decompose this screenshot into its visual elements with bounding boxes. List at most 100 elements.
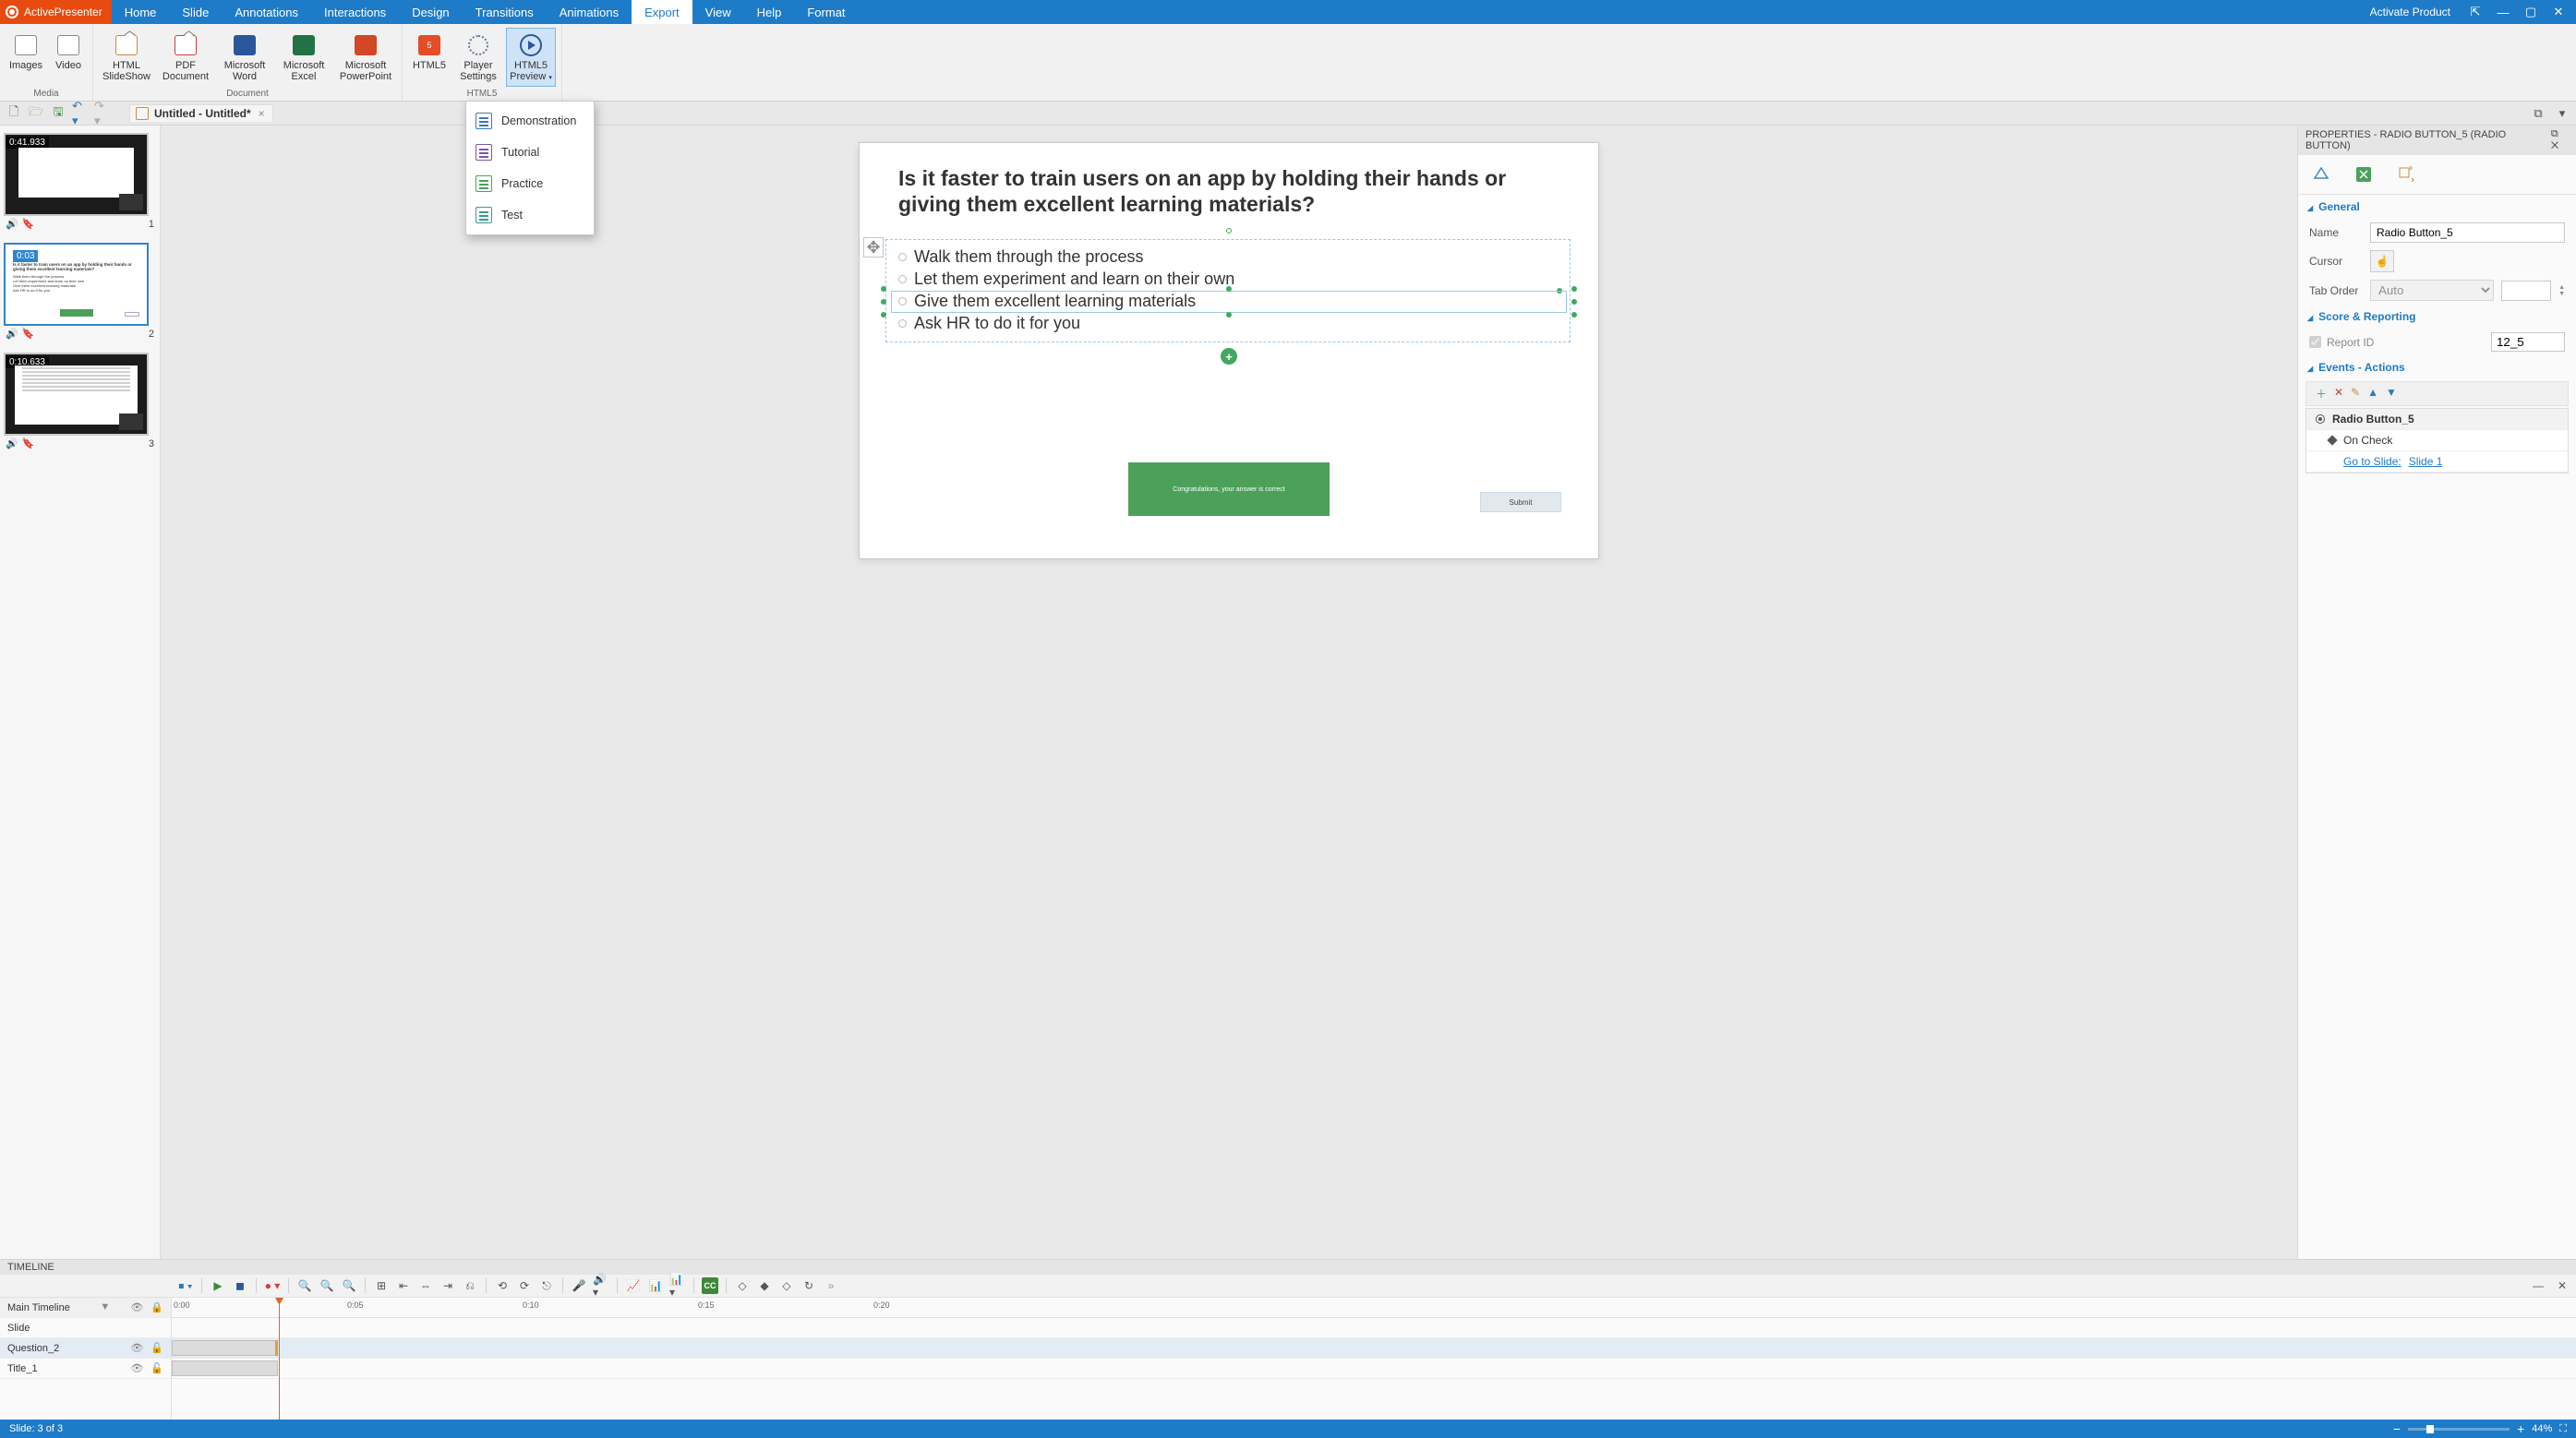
keyframe-next-icon[interactable]: ◇	[778, 1277, 795, 1294]
clip-title[interactable]	[172, 1360, 278, 1376]
slide-canvas[interactable]: Is it faster to train users on an app by…	[859, 142, 1599, 559]
play-icon[interactable]: ▶	[210, 1277, 226, 1294]
preview-demonstration[interactable]: Demonstration	[466, 105, 594, 137]
zoom-out-icon[interactable]: 🔍	[319, 1277, 335, 1294]
expand-icon[interactable]: »	[823, 1277, 839, 1294]
fit-screen-icon[interactable]: ⛶	[2559, 1423, 2567, 1435]
size-tab-icon[interactable]	[2353, 164, 2374, 185]
lock-icon[interactable]: 🔓	[150, 1362, 163, 1374]
taborder-select[interactable]: Auto	[2370, 280, 2494, 301]
timeline-main-row[interactable]: Main Timeline ▼ 👁🔒	[0, 1298, 171, 1318]
mute-icon[interactable]: 🔊 ▾	[593, 1277, 609, 1294]
zoom-in-button[interactable]: +	[2517, 1421, 2524, 1436]
rotate-handle[interactable]	[1226, 228, 1232, 234]
add-option-button[interactable]: +	[1221, 348, 1237, 365]
split-icon[interactable]: ⎌	[462, 1277, 478, 1294]
export-images-button[interactable]: Images	[6, 28, 46, 87]
delete-event-icon[interactable]: ✕	[2334, 386, 2343, 401]
report-id-field[interactable]	[2491, 332, 2565, 352]
new-icon[interactable]: 🗋	[6, 105, 22, 122]
pin-icon[interactable]: ⇱	[2462, 5, 2489, 19]
tab-export[interactable]: Export	[632, 0, 692, 24]
layer-question[interactable]: Question_2👁🔓	[0, 1338, 171, 1359]
snap-icon[interactable]: ⊞	[373, 1277, 390, 1294]
restore-panel-icon[interactable]: ⧉	[2530, 105, 2546, 122]
export-html5-button[interactable]: 5 HTML5	[408, 28, 451, 87]
crop-end-icon[interactable]: ⟳	[516, 1277, 533, 1294]
track-title[interactable]	[172, 1359, 2576, 1379]
tab-help[interactable]: Help	[744, 0, 795, 24]
loop-icon[interactable]: ↻	[800, 1277, 817, 1294]
preview-tutorial[interactable]: Tutorial	[466, 137, 594, 168]
align-right-icon[interactable]: ⇥	[439, 1277, 456, 1294]
event-object-row[interactable]: Radio Button_5	[2306, 409, 2568, 430]
open-icon[interactable]: 🗁	[28, 105, 44, 122]
minimize-timeline-icon[interactable]: —	[2530, 1277, 2546, 1294]
track-question[interactable]	[172, 1338, 2576, 1359]
marker-icon[interactable]: ● ▾	[264, 1277, 281, 1294]
option-3-selected[interactable]: Give them excellent learning materials	[891, 291, 1567, 313]
zoom-slider[interactable]	[2408, 1428, 2510, 1431]
export-video-button[interactable]: Video	[50, 28, 87, 87]
keyframe-icon[interactable]: ◆	[756, 1277, 773, 1294]
redo-icon[interactable]: ↷ ▾	[94, 105, 111, 122]
playhead[interactable]	[279, 1298, 280, 1420]
option-2[interactable]: Let them experiment and learn on their o…	[898, 269, 1559, 291]
event-action-link[interactable]: Go to Slide:	[2343, 455, 2401, 468]
tab-transitions[interactable]: Transitions	[463, 0, 547, 24]
close-panel-icon[interactable]: ✕	[2551, 140, 2558, 151]
move-down-icon[interactable]: ▼	[2386, 386, 2397, 401]
export-word-button[interactable]: Microsoft Word	[217, 28, 272, 87]
save-icon[interactable]: 🖫	[50, 105, 66, 122]
layer-slide[interactable]: Slide	[0, 1318, 171, 1338]
dock-icon[interactable]: ⧉	[2551, 128, 2558, 139]
undo-icon[interactable]: ↶ ▾	[72, 105, 89, 122]
tab-design[interactable]: Design	[399, 0, 462, 24]
chart-line-icon[interactable]: 📈	[625, 1277, 642, 1294]
minimize-icon[interactable]: —	[2489, 6, 2517, 19]
zoom-out-button[interactable]: −	[2393, 1421, 2401, 1436]
clip-question[interactable]	[172, 1340, 278, 1356]
close-timeline-icon[interactable]: ✕	[2554, 1277, 2570, 1294]
move-handle-icon[interactable]: ✥	[863, 237, 884, 258]
eye-icon[interactable]: 👁	[130, 1301, 143, 1313]
crop-start-icon[interactable]: ⟲	[494, 1277, 511, 1294]
move-up-icon[interactable]: ▲	[2367, 386, 2378, 401]
timeline-tracks[interactable]: 0:00 0:05 0:10 0:15 0:20	[172, 1298, 2576, 1420]
eye-icon[interactable]: 👁	[130, 1362, 143, 1374]
tab-annotations[interactable]: Annotations	[222, 0, 311, 24]
export-powerpoint-button[interactable]: Microsoft PowerPoint	[335, 28, 396, 87]
name-field[interactable]	[2370, 222, 2565, 243]
volume-icon[interactable]: 🎤	[571, 1277, 587, 1294]
align-center-icon[interactable]: ⇔	[417, 1277, 434, 1294]
canvas-area[interactable]: Is it faster to train users on an app by…	[161, 126, 2297, 1259]
preview-practice[interactable]: Practice	[466, 168, 594, 199]
tab-home[interactable]: Home	[112, 0, 170, 24]
section-general[interactable]: General	[2298, 195, 2576, 219]
chart-column-icon[interactable]: 📊 ▾	[669, 1277, 686, 1294]
track-slide[interactable]	[172, 1318, 2576, 1338]
section-events[interactable]: Events - Actions	[2298, 355, 2576, 379]
edit-event-icon[interactable]: ✎	[2351, 386, 2360, 401]
close-document-icon[interactable]: ×	[257, 107, 267, 120]
export-pdf-button[interactable]: PDF Document	[158, 28, 213, 87]
section-score[interactable]: Score & Reporting	[2298, 305, 2576, 329]
player-settings-button[interactable]: Player Settings	[454, 28, 502, 87]
maximize-icon[interactable]: ▢	[2517, 5, 2545, 19]
record-icon[interactable]: ⏹ ▾	[177, 1277, 194, 1294]
slide-thumb-2[interactable]: 0:03 Is it faster to train users on an a…	[4, 243, 156, 340]
option-4[interactable]: Ask HR to do it for you	[898, 313, 1559, 335]
options-group[interactable]: ✥ Walk them through the process Let them…	[898, 246, 1559, 335]
trim-icon[interactable]: ⎋	[538, 1277, 555, 1294]
activate-product-button[interactable]: Activate Product	[2359, 0, 2462, 24]
chevron-down-icon[interactable]: ▾	[2554, 105, 2570, 122]
export-html-slideshow-button[interactable]: HTML SlideShow	[99, 28, 154, 87]
stepper-up-icon[interactable]: ▲	[2558, 284, 2565, 291]
tab-slide[interactable]: Slide	[169, 0, 222, 24]
layer-title[interactable]: Title_1👁🔓	[0, 1359, 171, 1379]
zoom-fit-icon[interactable]: 🔍	[341, 1277, 357, 1294]
submit-button[interactable]: Submit	[1480, 492, 1561, 512]
event-target-link[interactable]: Slide 1	[2409, 455, 2443, 468]
export-excel-button[interactable]: Microsoft Excel	[276, 28, 331, 87]
taborder-value-field[interactable]	[2501, 281, 2551, 301]
